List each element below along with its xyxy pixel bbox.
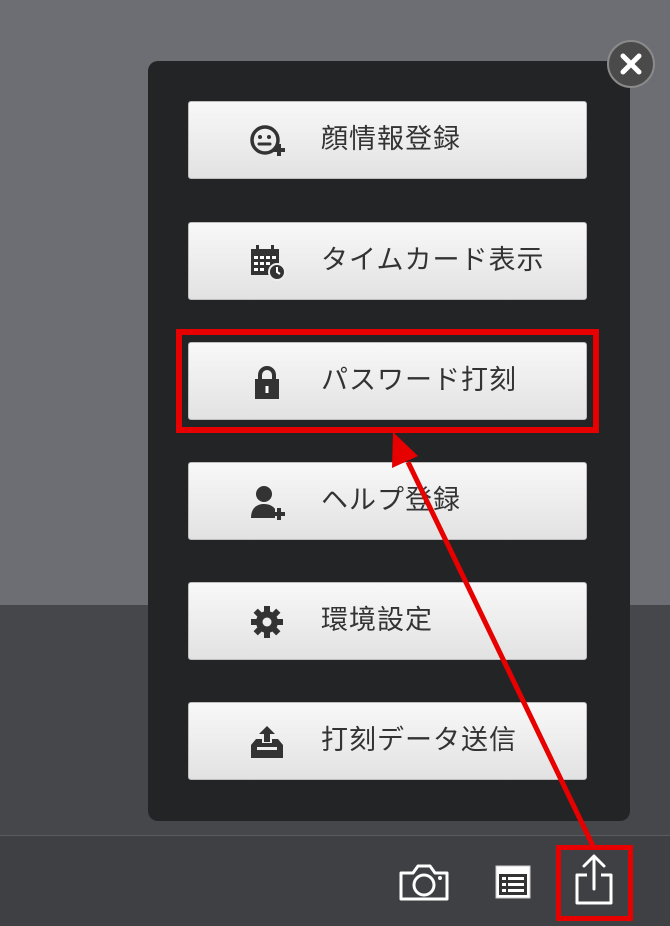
annotation-arrow (392, 432, 596, 848)
